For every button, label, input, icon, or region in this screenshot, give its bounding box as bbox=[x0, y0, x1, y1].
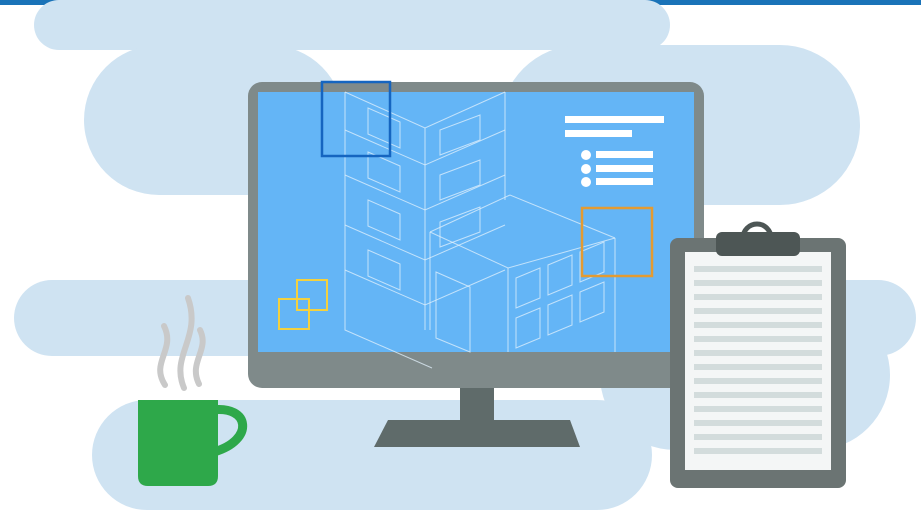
clipboard-text-line bbox=[694, 392, 822, 398]
subheading-line bbox=[565, 130, 632, 137]
clipboard-text-line bbox=[694, 280, 822, 286]
clipboard-text-line bbox=[694, 350, 822, 356]
clipboard-text-line bbox=[694, 308, 822, 314]
heading-line bbox=[565, 116, 664, 123]
clipboard-text-line bbox=[694, 434, 822, 440]
illustration-scene bbox=[14, 0, 916, 510]
clipboard-text-line bbox=[694, 336, 822, 342]
clipboard-text-line bbox=[694, 420, 822, 426]
clipboard-text-line bbox=[694, 406, 822, 412]
bullet-line bbox=[596, 178, 653, 185]
clipboard-text-line bbox=[694, 448, 822, 454]
bullet-dot bbox=[581, 150, 591, 160]
mug-body bbox=[138, 400, 218, 486]
clipboard-text-line bbox=[694, 378, 822, 384]
bullet-line bbox=[596, 151, 653, 158]
monitor-stand-base bbox=[374, 420, 580, 447]
clipboard-text-line bbox=[694, 266, 822, 272]
clipboard-text-line bbox=[694, 294, 822, 300]
bullet-dot bbox=[581, 177, 591, 187]
bullet-dot bbox=[581, 164, 591, 174]
bullet-line bbox=[596, 165, 653, 172]
clipboard-text-line bbox=[694, 322, 822, 328]
clipboard-icon bbox=[670, 221, 846, 488]
clipboard-clip bbox=[716, 232, 800, 256]
clipboard-text-line bbox=[694, 364, 822, 370]
cloud-top bbox=[34, 0, 670, 50]
